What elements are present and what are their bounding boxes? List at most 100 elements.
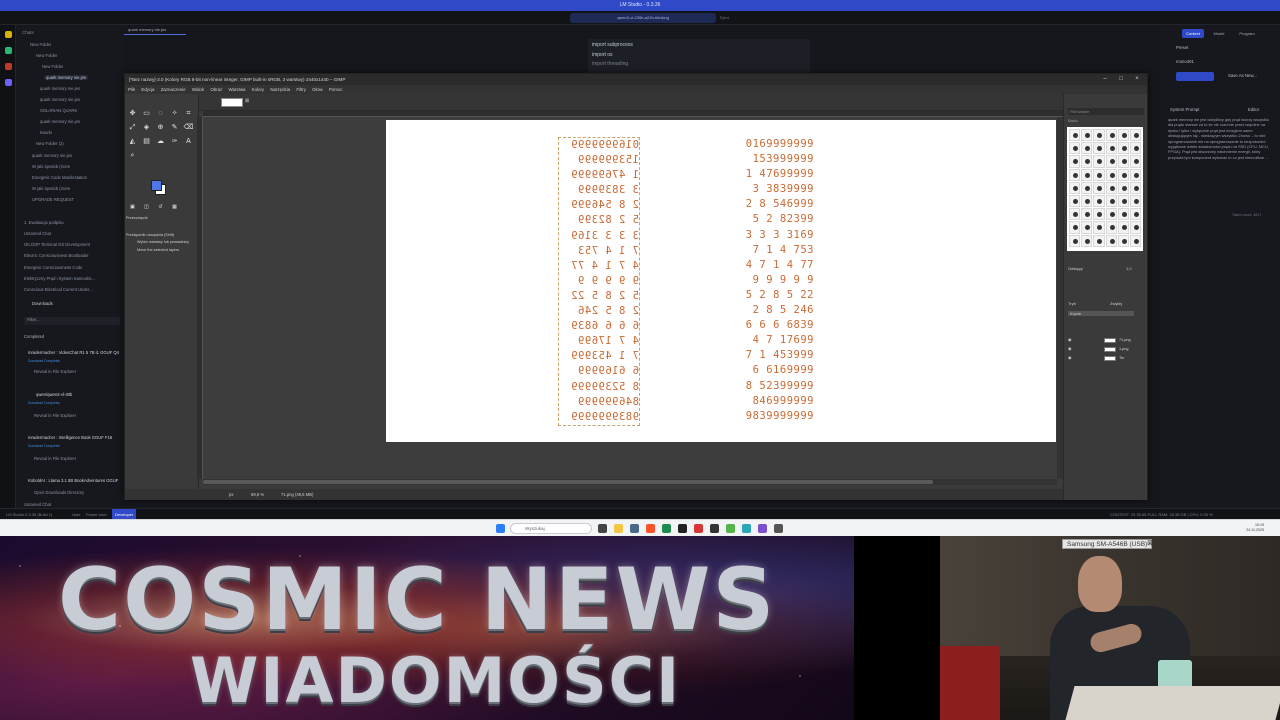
brush-cell[interactable]: [1069, 234, 1081, 247]
brush-cell[interactable]: [1117, 234, 1129, 247]
eye-icon[interactable]: ◉: [1068, 354, 1074, 362]
zoom-icon[interactable]: ⌕: [127, 150, 138, 161]
device-status-icon[interactable]: ◫: [141, 202, 152, 213]
brush-cell[interactable]: [1093, 208, 1105, 221]
fuzzy-select-icon[interactable]: ✧: [169, 108, 180, 119]
tool-option-2[interactable]: Move the selected layers: [137, 248, 179, 252]
brush-cell[interactable]: [1093, 142, 1105, 155]
tab-program[interactable]: Program: [1234, 29, 1260, 38]
brush-cell[interactable]: [1081, 168, 1093, 181]
brush-cell[interactable]: [1081, 142, 1093, 155]
tab-context[interactable]: Context: [1182, 29, 1204, 38]
brave-browser-icon[interactable]: [646, 524, 655, 533]
brush-cell[interactable]: [1129, 155, 1141, 168]
sidebar-item[interactable]: W jaki sposób (more: [32, 164, 70, 169]
app-icon[interactable]: [678, 524, 687, 533]
app-icon[interactable]: [630, 524, 639, 533]
eraser-icon[interactable]: ⌫: [183, 122, 194, 133]
sidebar-item[interactable]: New Folder: [36, 53, 57, 58]
sidebar-item[interactable]: OILOOP Terminal OS Development: [24, 242, 90, 247]
sidebar-item[interactable]: UPGRADE REQUEST: [32, 197, 74, 202]
tab-model[interactable]: Model: [1208, 29, 1230, 38]
layer-row[interactable]: ◉ 1.png: [1068, 345, 1144, 353]
foreground-color[interactable]: [151, 180, 162, 191]
sidebar-item[interactable]: 1. Ewaluacja podpisu: [24, 220, 64, 225]
brush-cell[interactable]: [1093, 234, 1105, 247]
brush-cell[interactable]: [1117, 129, 1129, 142]
scroll-thumb[interactable]: [203, 480, 933, 484]
brush-cell[interactable]: [1105, 181, 1117, 194]
clone-icon[interactable]: ⊕: [155, 122, 166, 133]
brush-cell[interactable]: [1117, 155, 1129, 168]
brush-cell[interactable]: [1105, 221, 1117, 234]
reveal-button[interactable]: Reveal in File Explorer: [34, 413, 76, 418]
images-icon[interactable]: ▦: [169, 202, 180, 213]
models-icon[interactable]: [5, 63, 12, 70]
brush-cell[interactable]: [1093, 181, 1105, 194]
brush-grid[interactable]: [1067, 127, 1143, 251]
transform-icon[interactable]: ⤢: [127, 122, 138, 133]
brush-cell[interactable]: [1117, 221, 1129, 234]
brush-cell[interactable]: [1093, 168, 1105, 181]
sidebar-item[interactable]: quark memory nie.jes: [40, 86, 80, 91]
preset-select[interactable]: mono401: [1176, 59, 1272, 67]
app-icon[interactable]: [662, 524, 671, 533]
app-icon[interactable]: [726, 524, 735, 533]
sidebar-item[interactable]: quark memory nie.jes: [32, 153, 72, 158]
menu-zaznaczenie[interactable]: Zaznaczenie: [161, 85, 186, 94]
brush-cell[interactable]: [1069, 221, 1081, 234]
image-tab-thumbnail[interactable]: [221, 98, 243, 107]
layer-name[interactable]: 1.png: [1119, 347, 1129, 351]
menu-okna[interactable]: Okna: [312, 85, 323, 94]
brush-cell[interactable]: [1081, 194, 1093, 208]
brush-cell[interactable]: [1105, 234, 1117, 247]
brush-cell[interactable]: [1129, 168, 1141, 181]
brush-filter-input[interactable]: Filtrowanie: [1068, 108, 1144, 115]
crop-icon[interactable]: ⌗: [183, 108, 194, 119]
chat-icon[interactable]: [5, 31, 12, 38]
brush-cell[interactable]: [1129, 208, 1141, 221]
brush-cell[interactable]: [1081, 155, 1093, 168]
tool-option-1[interactable]: Wybór warstwy lub prowadnicy: [137, 240, 189, 244]
sidebar-item[interactable]: Energetic Code Manifestation: [32, 175, 87, 180]
layer-row[interactable]: ◉ Tło: [1068, 354, 1144, 362]
spacing-value[interactable]: 1,0: [1126, 266, 1132, 271]
brush-cell[interactable]: [1129, 194, 1141, 208]
app-icon[interactable]: [774, 524, 783, 533]
task-view-icon[interactable]: [598, 524, 607, 533]
maximize-button[interactable]: □: [1113, 74, 1129, 85]
sidebar-item[interactable]: Conscious Electrical Current Under...: [24, 287, 93, 292]
eye-icon[interactable]: ◉: [1068, 336, 1074, 344]
reveal-button[interactable]: Reveal in File Explorer: [34, 456, 76, 461]
brush-cell[interactable]: [1069, 142, 1081, 155]
minimize-button[interactable]: –: [1097, 74, 1113, 85]
sidebar-item[interactable]: Elektryczny Prąd i System Samoobs...: [24, 276, 95, 281]
brush-cell[interactable]: [1069, 181, 1081, 194]
app-icon[interactable]: [758, 524, 767, 533]
brush-cell[interactable]: [1069, 129, 1081, 142]
brush-cell[interactable]: [1069, 194, 1081, 208]
menu-widok[interactable]: Widok: [192, 85, 204, 94]
unit-select[interactable]: px: [229, 489, 233, 500]
menu-filtry[interactable]: Filtry: [296, 85, 306, 94]
menu-narzedzia[interactable]: Narzędzia: [270, 85, 290, 94]
brush-cell[interactable]: [1105, 208, 1117, 221]
brush-cell[interactable]: [1081, 129, 1093, 142]
load-preset-button[interactable]: [1176, 72, 1214, 81]
downloads-header[interactable]: Downloads: [32, 301, 53, 306]
brush-cell[interactable]: [1129, 142, 1141, 155]
brush-cell[interactable]: [1105, 194, 1117, 208]
sidebar-item[interactable]: New Folder: [42, 64, 63, 69]
close-icon[interactable]: ⊠: [1145, 539, 1155, 549]
number-layer[interactable]: 0169999999 153999999 1 47699999 3 383999…: [732, 137, 814, 424]
brush-cell[interactable]: [1129, 129, 1141, 142]
brush-cell[interactable]: [1069, 208, 1081, 221]
downloads-filter-input[interactable]: Filter...: [24, 317, 120, 325]
menu-kolory[interactable]: Kolory: [252, 85, 264, 94]
system-prompt-text[interactable]: quark memory nie jest wstydliwy gdy prąd…: [1168, 117, 1272, 160]
brush-cell[interactable]: [1069, 168, 1081, 181]
smudge-icon[interactable]: ☁: [155, 136, 166, 147]
search-icon[interactable]: [5, 79, 12, 86]
system-clock[interactable]: 10:19 24.11.2025: [1224, 523, 1264, 533]
brush-cell[interactable]: [1117, 194, 1129, 208]
